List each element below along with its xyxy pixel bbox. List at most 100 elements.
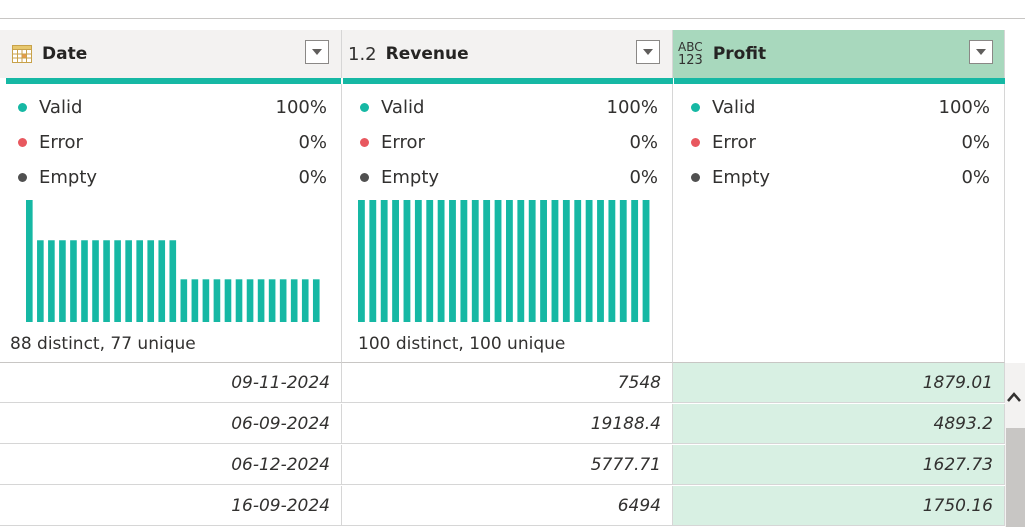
empty-dot-icon xyxy=(360,172,369,182)
histogram-bar[interactable] xyxy=(551,200,559,322)
histogram-bar[interactable] xyxy=(180,279,188,322)
cell-revenue[interactable]: 19188.4 xyxy=(342,404,673,444)
histogram-bar[interactable] xyxy=(26,200,33,322)
histogram-bar[interactable] xyxy=(562,200,570,322)
column-header-revenue[interactable]: 1.2 Revenue xyxy=(342,30,673,78)
histogram-bar[interactable] xyxy=(449,200,456,322)
histogram-bar[interactable] xyxy=(235,279,243,322)
histogram-bar[interactable] xyxy=(114,240,121,322)
histogram-bar[interactable] xyxy=(403,200,411,322)
column-header-date[interactable]: Date xyxy=(0,30,342,78)
histogram-bar[interactable] xyxy=(70,240,77,322)
chevron-up-icon[interactable] xyxy=(1003,386,1025,408)
column-header-profit[interactable]: ABC 123 Profit xyxy=(673,30,1005,78)
histogram-bar[interactable] xyxy=(631,200,639,322)
histogram-bar[interactable] xyxy=(290,279,298,322)
histogram-bar[interactable] xyxy=(312,279,320,322)
histogram-bar[interactable] xyxy=(92,240,99,322)
chevron-down-icon xyxy=(976,49,986,55)
cell-revenue[interactable]: 7548 xyxy=(342,363,673,403)
valid-dot-icon xyxy=(18,102,27,112)
column-profile-profit: Valid 100% Error 0% Empty 0% xyxy=(673,84,1005,363)
table-row[interactable]: 16-09-2024 6494 1750.16 xyxy=(0,486,1005,526)
histogram-bar[interactable] xyxy=(202,279,210,322)
histogram-bar[interactable] xyxy=(81,240,88,322)
quality-label: Valid xyxy=(39,96,83,118)
table-row[interactable]: 06-12-2024 5777.71 1627.73 xyxy=(0,445,1005,485)
column-filter-dropdown[interactable] xyxy=(969,40,993,64)
table-row[interactable]: 06-09-2024 19188.4 4893.2 xyxy=(0,404,1005,444)
histogram-bar[interactable] xyxy=(369,200,377,322)
histogram-bar[interactable] xyxy=(48,240,55,322)
histogram-bar[interactable] xyxy=(528,200,536,322)
quality-value: 0% xyxy=(298,166,327,188)
quality-error-row: Error 0% xyxy=(18,129,327,155)
histogram-bar[interactable] xyxy=(414,200,422,322)
cell-date[interactable]: 06-09-2024 xyxy=(0,404,342,444)
quality-label: Error xyxy=(381,131,425,153)
cell-profit[interactable]: 1750.16 xyxy=(673,486,1005,526)
histogram-bar[interactable] xyxy=(268,279,276,322)
histogram-bar[interactable] xyxy=(224,279,232,322)
histogram-bar[interactable] xyxy=(279,279,287,322)
histogram-bar[interactable] xyxy=(574,200,582,322)
column-profile-date: Valid 100% Error 0% Empty 0% 88 distinct… xyxy=(0,84,342,363)
histogram-bar[interactable] xyxy=(246,279,254,322)
scrollbar-thumb[interactable] xyxy=(1006,428,1025,527)
histogram-bar[interactable] xyxy=(619,200,627,322)
histogram-bar[interactable] xyxy=(158,240,166,322)
histogram-bar[interactable] xyxy=(597,200,604,322)
histogram-bar[interactable] xyxy=(426,200,434,322)
histogram-bar[interactable] xyxy=(506,200,513,322)
histogram-bar[interactable] xyxy=(483,200,491,322)
cell-revenue[interactable]: 5777.71 xyxy=(342,445,673,485)
histogram-bar[interactable] xyxy=(471,200,479,322)
column-name: Profit xyxy=(712,44,767,64)
distinct-count: 88 distinct, 77 unique xyxy=(10,334,196,354)
decimal-number-icon: 1.2 xyxy=(348,43,377,65)
quality-error-row: Error 0% xyxy=(691,129,990,155)
top-divider xyxy=(0,18,1025,19)
quality-empty-row: Empty 0% xyxy=(691,164,990,190)
column-filter-dropdown[interactable] xyxy=(636,40,660,64)
histogram-bar[interactable] xyxy=(103,240,110,322)
quality-value: 0% xyxy=(629,166,658,188)
error-dot-icon xyxy=(691,137,700,147)
cell-date[interactable]: 09-11-2024 xyxy=(0,363,342,403)
histogram-bar[interactable] xyxy=(147,240,155,322)
histogram-bar[interactable] xyxy=(494,200,502,322)
cell-revenue[interactable]: 6494 xyxy=(342,486,673,526)
histogram-bar[interactable] xyxy=(392,200,399,322)
histogram-bar[interactable] xyxy=(608,200,616,322)
histogram-bar[interactable] xyxy=(136,240,143,322)
histogram-bar[interactable] xyxy=(59,240,66,322)
histogram-bar[interactable] xyxy=(125,240,132,322)
cell-profit[interactable]: 1627.73 xyxy=(673,445,1005,485)
histogram-bar[interactable] xyxy=(585,200,593,322)
quality-label: Empty xyxy=(381,166,440,188)
histogram-bar[interactable] xyxy=(213,279,221,322)
cell-date[interactable]: 16-09-2024 xyxy=(0,486,342,526)
histogram-bar[interactable] xyxy=(437,200,445,322)
value-distribution-chart[interactable] xyxy=(26,200,324,322)
histogram-bar[interactable] xyxy=(37,240,44,322)
quality-label: Valid xyxy=(381,96,425,118)
histogram-bar[interactable] xyxy=(380,200,388,322)
valid-dot-icon xyxy=(691,102,700,112)
histogram-bar[interactable] xyxy=(301,279,309,322)
histogram-bar[interactable] xyxy=(460,200,468,322)
histogram-bar[interactable] xyxy=(517,200,525,322)
histogram-bar[interactable] xyxy=(169,240,177,322)
histogram-bar[interactable] xyxy=(642,200,650,322)
column-filter-dropdown[interactable] xyxy=(305,40,329,64)
histogram-bar[interactable] xyxy=(358,200,365,322)
cell-date[interactable]: 06-12-2024 xyxy=(0,445,342,485)
histogram-bar[interactable] xyxy=(191,279,199,322)
cell-profit[interactable]: 4893.2 xyxy=(673,404,1005,444)
histogram-bar[interactable] xyxy=(257,279,265,322)
quality-value: 100% xyxy=(275,96,327,118)
cell-profit[interactable]: 1879.01 xyxy=(673,363,1005,403)
table-row[interactable]: 09-11-2024 7548 1879.01 xyxy=(0,363,1005,403)
value-distribution-chart[interactable] xyxy=(358,200,654,322)
histogram-bar[interactable] xyxy=(540,200,547,322)
